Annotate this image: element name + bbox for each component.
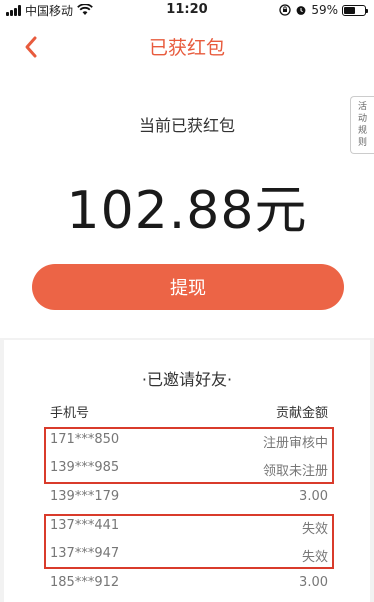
battery-icon xyxy=(342,4,368,16)
row-amount: 3.00 xyxy=(299,489,328,504)
withdraw-button[interactable]: 提现 xyxy=(32,264,344,310)
table-row: 185***912 3.00 xyxy=(4,569,370,597)
status-bar-right: 59% xyxy=(279,3,368,17)
phone-column-header: 手机号 xyxy=(50,406,90,421)
row-amount: 3.00 xyxy=(299,575,328,590)
table-row: 139***179 3.00 xyxy=(4,483,370,511)
alarm-icon xyxy=(296,6,306,15)
highlight-box xyxy=(44,427,334,484)
highlight-box xyxy=(44,514,334,569)
page-title: 已获红包 xyxy=(148,37,225,59)
rotation-lock-icon xyxy=(279,4,291,16)
red-packet-amount: 102.88元 xyxy=(66,181,308,241)
hero-section: 已获红包 活动规则 当前已获红包 102.88元 提现 xyxy=(0,20,374,338)
row-phone: 139***179 xyxy=(50,489,120,504)
status-bar: 中国移动 11:20 59% xyxy=(0,0,374,20)
invited-friends-card: ·已邀请好友· 手机号 贡献金额 171***850 注册审核中 139***9… xyxy=(4,340,370,602)
battery-percent: 59% xyxy=(311,3,338,17)
row-phone: 185***912 xyxy=(50,575,120,590)
current-red-packet-label: 当前已获红包 xyxy=(138,116,235,135)
invited-friends-title: ·已邀请好友· xyxy=(141,370,233,389)
amount-column-header: 贡献金额 xyxy=(275,406,328,421)
